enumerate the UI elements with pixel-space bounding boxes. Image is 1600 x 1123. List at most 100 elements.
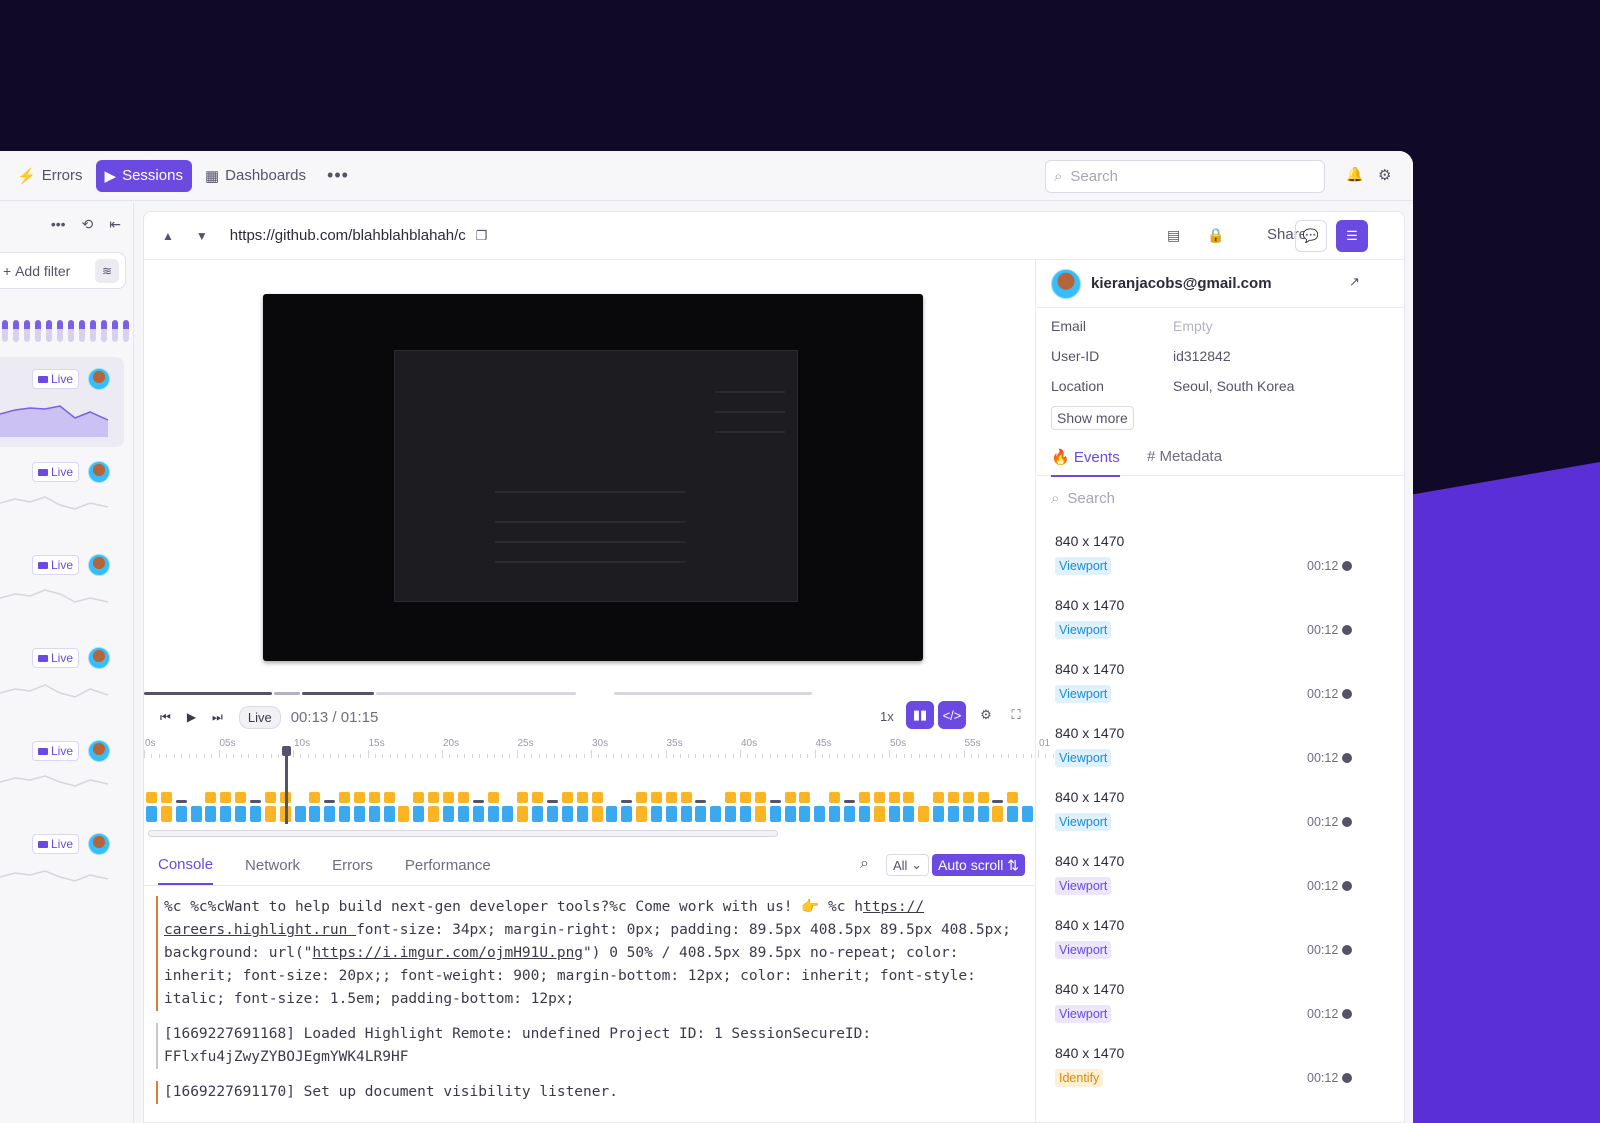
skip-forward-icon[interactable]: ⏭ — [212, 710, 223, 725]
search-icon[interactable]: ⌕ — [860, 855, 869, 873]
settings-icon[interactable]: ⚙ — [976, 701, 996, 729]
nav-errors[interactable]: ⚡ Errors — [8, 160, 92, 192]
tick-mark — [687, 754, 689, 758]
event-timestamp[interactable]: 00:12 — [1307, 879, 1353, 893]
timeline-event-bar — [665, 792, 677, 803]
event-item[interactable]: 840 x 1470 Viewport 00:12 — [1055, 597, 1355, 657]
tab-network[interactable]: Network — [245, 846, 300, 884]
timeline-event-bar — [591, 806, 603, 822]
session-item[interactable]: Live — [0, 636, 124, 726]
session-item[interactable]: Live — [0, 450, 124, 540]
event-timestamp[interactable]: 00:12 — [1307, 559, 1353, 573]
auto-scroll-button[interactable]: Auto scroll ⇅ — [932, 854, 1025, 876]
event-timestamp[interactable]: 00:12 — [1307, 751, 1353, 765]
playback-progress[interactable] — [144, 692, 1036, 696]
timeline-event-bar — [621, 800, 633, 803]
tick-mark — [933, 754, 935, 758]
copy-icon[interactable]: ❐ — [476, 228, 488, 244]
play-icon[interactable]: ▶ — [187, 710, 196, 724]
session-item[interactable]: Live — [0, 357, 124, 447]
event-item[interactable]: 840 x 1470 Viewport 00:12 — [1055, 981, 1355, 1041]
fullscreen-icon[interactable]: ⛶ — [1006, 701, 1026, 729]
log-level-select[interactable]: All ⌄ — [886, 854, 929, 876]
event-item[interactable]: 840 x 1470 Viewport 00:12 — [1055, 725, 1355, 785]
live-badge-label: Live — [51, 558, 74, 572]
session-item[interactable]: Live — [0, 543, 124, 633]
chart-toggle-button[interactable]: ▮▮ — [906, 701, 934, 729]
tick-mark — [367, 750, 369, 758]
event-item[interactable]: 840 x 1470 Viewport 00:12 — [1055, 917, 1355, 977]
tab-errors[interactable]: Errors — [332, 846, 373, 884]
tab-performance[interactable]: Performance — [405, 846, 491, 884]
event-time: 00:12 — [1307, 687, 1339, 701]
tick-mark — [397, 754, 399, 758]
chevron-down-icon[interactable]: ▼ — [196, 229, 208, 243]
panel-toggle-button[interactable]: ☰ — [1336, 220, 1368, 252]
tick-mark — [419, 754, 421, 758]
layout-icon[interactable]: ▤ — [1167, 227, 1180, 244]
timeline-scrubber[interactable] — [282, 746, 291, 824]
tick-mark — [188, 754, 190, 758]
tick-mark — [985, 754, 987, 758]
camera-icon — [38, 840, 48, 848]
playback-time: 00:13 / 01:15 — [290, 708, 379, 726]
event-item[interactable]: 840 x 1470 Viewport 00:12 — [1055, 533, 1355, 593]
gear-icon[interactable]: ⚙ — [1378, 166, 1396, 184]
timeline-event-bar — [517, 806, 529, 822]
tick-mark — [941, 754, 943, 758]
live-button[interactable]: Live — [238, 705, 281, 729]
live-badge-label: Live — [51, 372, 74, 386]
nav-sessions[interactable]: ▶ Sessions — [95, 159, 192, 192]
timeline-event-bar — [324, 800, 336, 803]
search-input[interactable]: ⌕ Search — [1045, 160, 1325, 193]
replay-screen[interactable] — [263, 294, 923, 661]
metadata-panel: kieranjacobs@gmail.com ↗ Email Empty User… — [1037, 260, 1404, 1122]
timeline-event-bar — [903, 806, 915, 822]
event-timestamp[interactable]: 00:12 — [1307, 815, 1353, 829]
show-more-button[interactable]: Show more — [1051, 406, 1134, 430]
event-timestamp[interactable]: 00:12 — [1307, 943, 1353, 957]
comments-button[interactable]: 💬 — [1295, 220, 1327, 252]
lock-icon[interactable]: 🔒 — [1207, 227, 1224, 244]
tick-mark — [866, 754, 868, 758]
event-item[interactable]: 840 x 1470 Viewport 00:12 — [1055, 789, 1355, 849]
console-link[interactable]: https://i.imgur.com/ojmH91U.png — [312, 945, 583, 961]
console-text: [1669227691168] Loaded Highlight Remote:… — [164, 1026, 872, 1065]
skip-back-icon[interactable]: ⏮ — [160, 710, 171, 725]
tick-mark — [531, 754, 533, 758]
session-url[interactable]: https://github.com/blahblahblahah/c — [230, 227, 466, 244]
session-item[interactable]: Live — [0, 729, 124, 819]
tick-mark — [635, 754, 637, 758]
timeline-event-bar — [235, 792, 247, 803]
session-item[interactable]: Live — [0, 822, 124, 912]
event-timestamp[interactable]: 00:12 — [1307, 623, 1353, 637]
events-search-input[interactable]: ⌕ Search — [1051, 490, 1115, 507]
tab-console[interactable]: Console — [158, 845, 214, 885]
event-item[interactable]: 840 x 1470 Identify 00:12 — [1055, 1045, 1355, 1105]
timeline-scrollbar[interactable] — [148, 830, 778, 837]
event-timestamp[interactable]: 00:12 — [1307, 687, 1353, 701]
tab-events[interactable]: 🔥 Events — [1051, 448, 1120, 477]
refresh-icon[interactable]: ⟲ — [82, 216, 94, 246]
external-link-icon[interactable]: ↗ — [1349, 274, 1360, 290]
more-icon[interactable]: ••• — [319, 165, 357, 186]
player-controls: ⏮ ▶ ⏭ Live 00:13 / 01:15 1x ▮▮ </> ⚙ ⛶ — [144, 700, 1036, 734]
event-item[interactable]: 840 x 1470 Viewport 00:12 — [1055, 661, 1355, 721]
event-timeline[interactable] — [144, 788, 1036, 828]
live-badge-label: Live — [51, 744, 74, 758]
speed-button[interactable]: 1x — [880, 709, 894, 724]
tab-metadata[interactable]: # Metadata — [1147, 448, 1222, 474]
collapse-icon[interactable]: ⇤ — [109, 216, 121, 246]
more-icon[interactable]: ••• — [51, 216, 66, 246]
event-timestamp[interactable]: 00:12 — [1307, 1007, 1353, 1021]
bell-icon[interactable]: 🔔 — [1346, 166, 1364, 184]
event-item[interactable]: 840 x 1470 Viewport 00:12 — [1055, 853, 1355, 913]
nav-dashboards[interactable]: ▦ Dashboards — [196, 160, 315, 192]
layers-icon[interactable]: ≋ — [95, 259, 119, 283]
chevron-up-icon[interactable]: ▲ — [162, 229, 174, 243]
devtools-toggle-button[interactable]: </> — [938, 701, 966, 729]
tick-mark — [643, 754, 645, 758]
event-timestamp[interactable]: 00:12 — [1307, 1071, 1353, 1085]
timeline-event-bar — [264, 792, 276, 803]
add-filter-button[interactable]: + Add filter ≋ — [0, 252, 126, 289]
